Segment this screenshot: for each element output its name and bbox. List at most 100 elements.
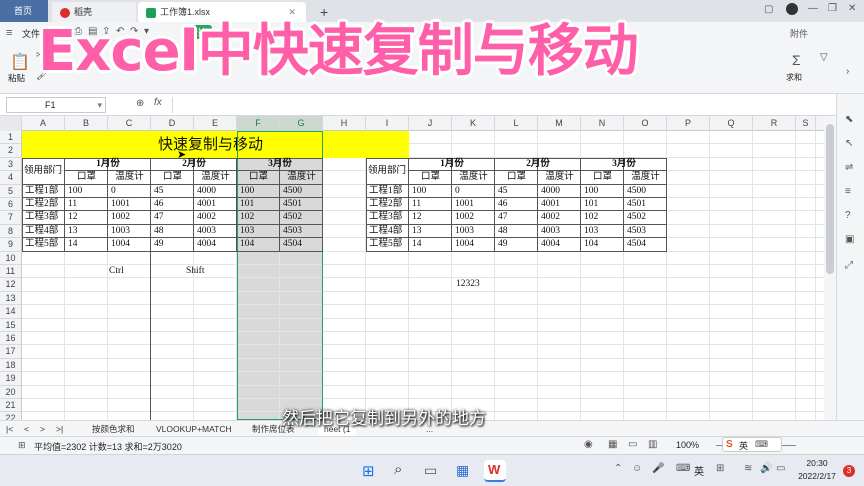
left-table-cell[interactable]: 4002 xyxy=(197,211,216,224)
right-table-cell[interactable]: 103 xyxy=(584,225,598,238)
left-table-month-header-2[interactable]: 2月份 xyxy=(151,158,237,171)
right-table-cell[interactable]: 49 xyxy=(498,238,508,251)
right-table-cell[interactable]: 46 xyxy=(498,198,508,211)
wps-app-button[interactable]: W xyxy=(484,460,506,482)
close-window-icon[interactable]: ✕ xyxy=(848,3,856,14)
right-table-cell[interactable]: 12 xyxy=(412,211,422,224)
row-header-10[interactable]: 10 xyxy=(0,251,22,265)
speaker-icon[interactable]: 🔊 xyxy=(760,463,772,474)
clock-time[interactable]: 20:30 xyxy=(794,458,840,468)
left-table-cell[interactable]: 100 xyxy=(68,185,82,198)
right-table-cell[interactable]: 工程4部 xyxy=(369,225,402,238)
right-table-cell[interactable]: 4504 xyxy=(627,238,646,251)
left-table-cell[interactable]: 102 xyxy=(240,211,254,224)
formula-input[interactable] xyxy=(172,97,832,113)
left-table-cell[interactable]: 工程3部 xyxy=(25,211,58,224)
right-table-sub-header-3[interactable]: 口罩 xyxy=(495,171,538,184)
minimize-icon[interactable]: — xyxy=(808,3,818,14)
right-table-sub-header-1[interactable]: 口罩 xyxy=(409,171,452,184)
search-icon[interactable]: ⌕ xyxy=(394,461,402,478)
right-table-month-header-2[interactable]: 2月份 xyxy=(495,158,581,171)
vertical-scrollbar[interactable] xyxy=(824,116,836,420)
left-table-cell[interactable]: 104 xyxy=(240,238,254,251)
clock-date[interactable]: 2022/2/17 xyxy=(794,471,840,481)
row-header-15[interactable]: 15 xyxy=(0,318,22,332)
left-table-cell[interactable]: 45 xyxy=(154,185,164,198)
row-header-21[interactable]: 21 xyxy=(0,399,22,413)
eye-icon[interactable]: ◉ xyxy=(584,439,593,450)
left-table-cell[interactable]: 1001 xyxy=(111,198,130,211)
right-table-cell[interactable]: 工程5部 xyxy=(369,238,402,251)
note-shift[interactable]: Shift xyxy=(186,265,204,278)
row-header-11[interactable]: 11 xyxy=(0,265,22,279)
row-header-5[interactable]: 5 xyxy=(0,184,22,198)
zoom-level[interactable]: 100% xyxy=(676,440,699,450)
row-header-1[interactable]: 1 xyxy=(0,131,22,145)
right-table-cell[interactable]: 4001 xyxy=(541,198,560,211)
right-table-month-header-3[interactable]: 3月份 xyxy=(581,158,667,171)
task-view-icon[interactable]: ▭ xyxy=(424,462,437,479)
left-table-cell[interactable]: 4501 xyxy=(283,198,302,211)
row-header-3[interactable]: 3 xyxy=(0,157,22,172)
chevron-down-icon[interactable]: ▾ xyxy=(97,98,102,112)
right-table-cell[interactable]: 4501 xyxy=(627,198,646,211)
left-table-cell[interactable]: 47 xyxy=(154,211,164,224)
right-table-sub-header-2[interactable]: 温度计 xyxy=(452,171,495,184)
row-header-18[interactable]: 18 xyxy=(0,358,22,373)
first-sheet-icon[interactable]: |< xyxy=(6,422,13,436)
left-table-cell[interactable]: 12 xyxy=(68,211,78,224)
left-table-month-header-1[interactable]: 1月份 xyxy=(65,158,151,171)
grid-icon[interactable]: ⊞ xyxy=(716,463,724,474)
page-break-icon[interactable]: ▥ xyxy=(648,439,657,450)
right-table-cell[interactable]: 工程3部 xyxy=(369,211,402,224)
right-table-sub-header-4[interactable]: 温度计 xyxy=(538,171,581,184)
last-sheet-icon[interactable]: >| xyxy=(56,422,63,436)
row-header-17[interactable]: 17 xyxy=(0,345,22,359)
paste-icon[interactable]: 📋 xyxy=(10,52,30,72)
fullscreen-icon[interactable]: ⤢ xyxy=(845,260,853,271)
left-table-cell[interactable]: 4502 xyxy=(283,211,302,224)
left-table-sub-header-3[interactable]: 口罩 xyxy=(151,171,194,184)
scroll-thumb[interactable] xyxy=(826,124,834,274)
right-table-cell[interactable]: 4502 xyxy=(627,211,646,224)
page-layout-icon[interactable]: ▭ xyxy=(628,439,637,450)
note-value[interactable]: 12323 xyxy=(456,278,480,291)
right-table-cell[interactable]: 4004 xyxy=(541,238,560,251)
row-header-16[interactable]: 16 xyxy=(0,332,22,346)
left-table-cell[interactable]: 1002 xyxy=(111,211,130,224)
battery-icon[interactable]: ▭ xyxy=(776,463,785,474)
windows-start-icon[interactable]: ⊞ xyxy=(362,462,375,480)
row-header-9[interactable]: 9 xyxy=(0,238,22,252)
right-table-cell[interactable]: 4503 xyxy=(627,225,646,238)
row-header-20[interactable]: 20 xyxy=(0,385,22,399)
right-table-cell[interactable]: 13 xyxy=(412,225,422,238)
name-box[interactable]: F1 ▾ xyxy=(6,97,106,113)
store-icon[interactable]: ▦ xyxy=(456,462,469,479)
keyboard-icon[interactable]: ⌨ xyxy=(676,463,690,474)
right-table-cell[interactable]: 4500 xyxy=(627,185,646,198)
right-table-cell[interactable]: 100 xyxy=(412,185,426,198)
row-header-7[interactable]: 7 xyxy=(0,211,22,225)
right-table-cell[interactable]: 工程2部 xyxy=(369,198,402,211)
normal-view-icon[interactable]: ▦ xyxy=(608,439,617,450)
ribbon-more-icon[interactable]: › xyxy=(846,66,849,77)
left-table-cell[interactable]: 0 xyxy=(111,185,116,198)
row-header-22[interactable]: 22 xyxy=(0,412,22,420)
right-table-cell[interactable]: 1002 xyxy=(455,211,474,224)
wifi-icon[interactable]: ≋ xyxy=(744,463,752,474)
left-table-cell[interactable]: 13 xyxy=(68,225,78,238)
right-table-cell[interactable]: 0 xyxy=(455,185,460,198)
fx-label[interactable]: fx xyxy=(154,97,162,108)
left-table-cell[interactable]: 46 xyxy=(154,198,164,211)
left-table-sub-header-1[interactable]: 口罩 xyxy=(65,171,108,184)
right-table-cell[interactable]: 47 xyxy=(498,211,508,224)
ime-toolbar[interactable]: S 英 ⌨ xyxy=(722,437,782,452)
left-table-cell[interactable]: 工程4部 xyxy=(25,225,58,238)
left-table-month-header-3[interactable]: 3月份 xyxy=(237,158,323,171)
left-table-cell[interactable]: 4001 xyxy=(197,198,216,211)
right-table-cell[interactable]: 14 xyxy=(412,238,422,251)
left-table-dept-header[interactable]: 领用部门 xyxy=(24,165,62,178)
right-table-cell[interactable]: 1003 xyxy=(455,225,474,238)
left-table-cell[interactable]: 4003 xyxy=(197,225,216,238)
next-sheet-icon[interactable]: > xyxy=(40,422,45,436)
